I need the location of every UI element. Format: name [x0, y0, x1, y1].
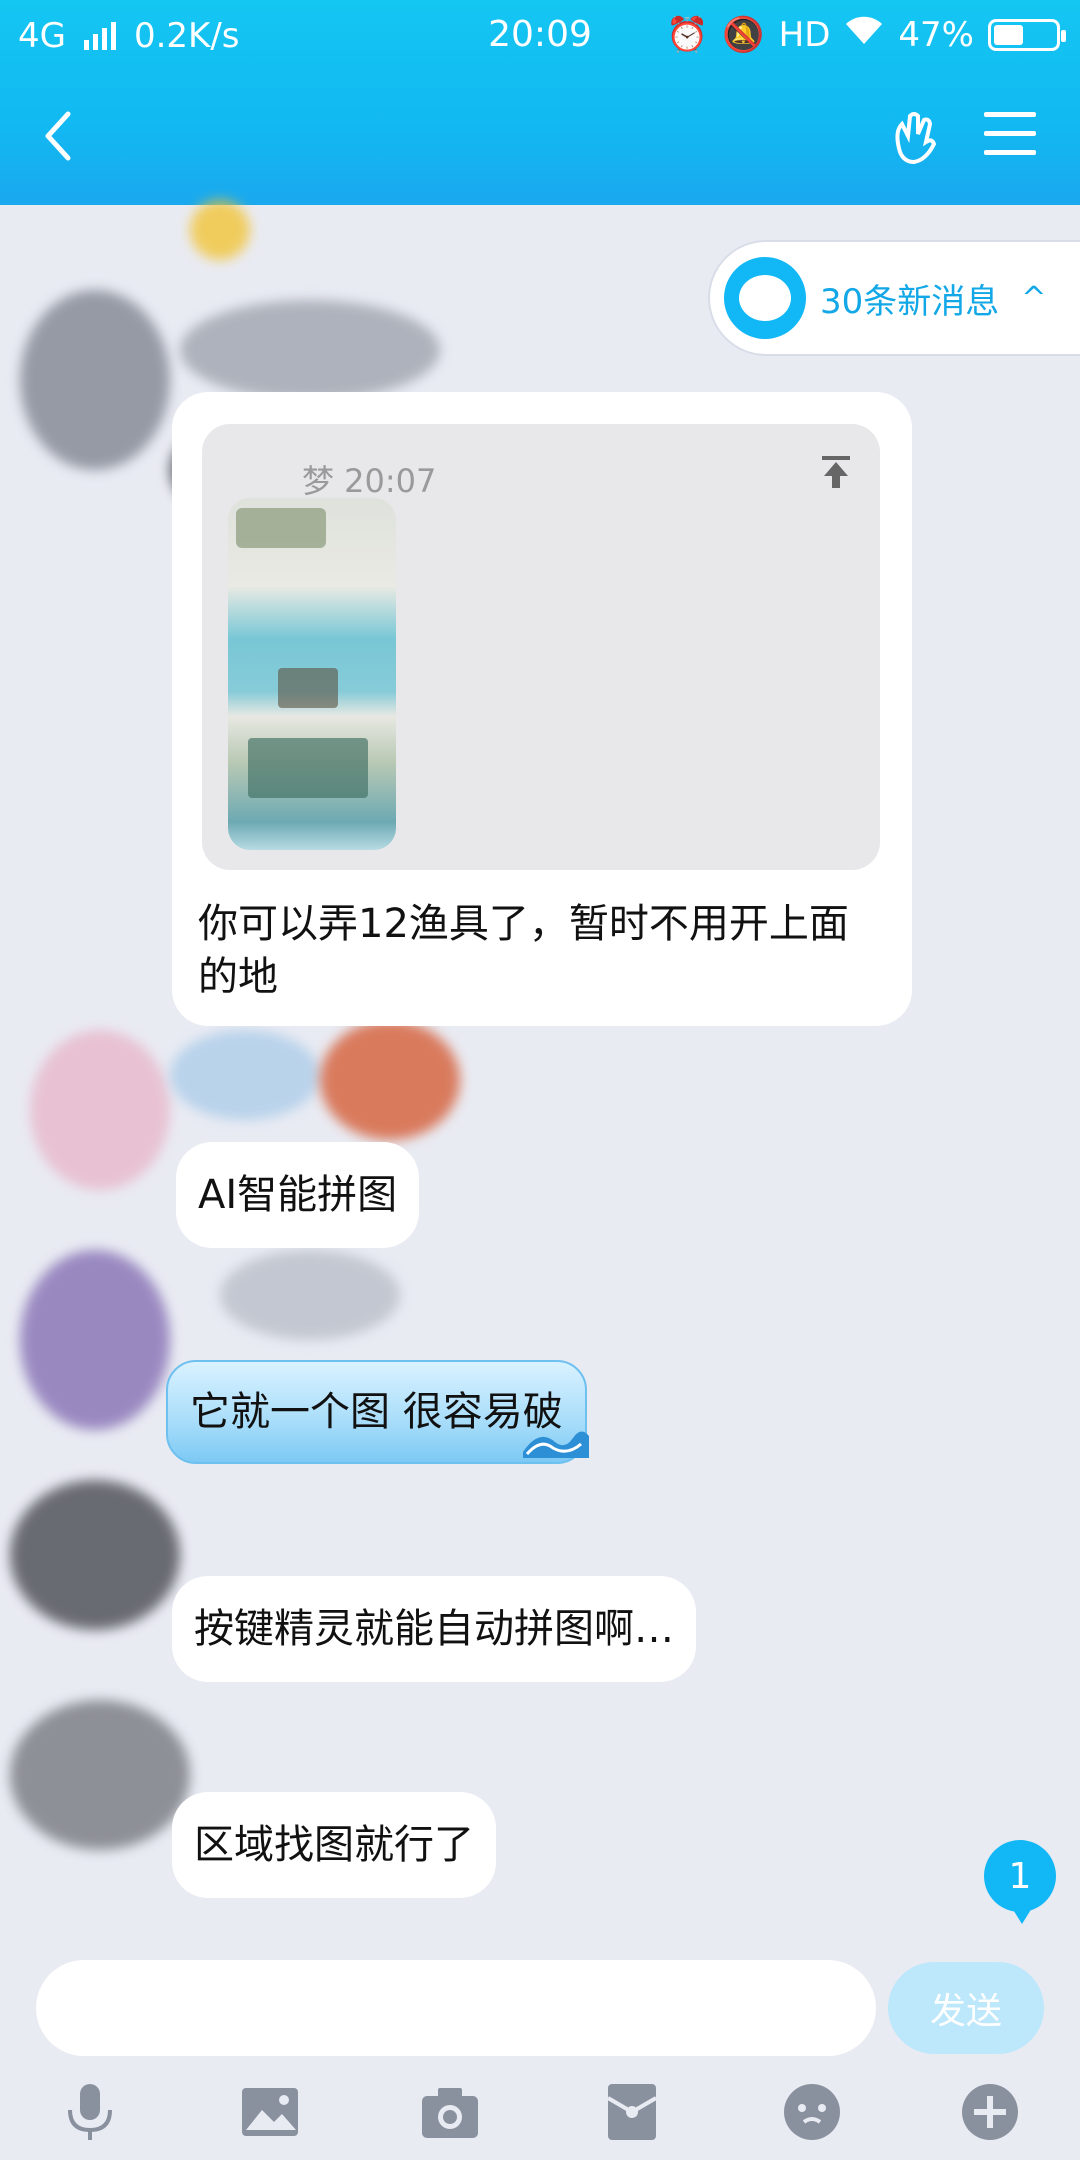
- send-button[interactable]: 发送: [888, 1962, 1044, 2054]
- redacted-name: [320, 1020, 460, 1140]
- message-bubble[interactable]: 区域找图就行了: [172, 1792, 496, 1898]
- menu-icon: [984, 112, 1036, 155]
- emoji-button[interactable]: [780, 2080, 844, 2144]
- image-button[interactable]: [238, 2080, 302, 2144]
- top-bar: 4G 0.2K/s 20:09 ⏰ 🔕 HD 47%: [0, 0, 1080, 205]
- alarm-icon: ⏰: [665, 14, 709, 55]
- battery-icon: [988, 18, 1066, 51]
- plus-icon: [962, 2084, 1018, 2140]
- wave-decoration-icon: [522, 1431, 589, 1458]
- message-bubble[interactable]: 梦 20:07 你可以弄12渔具了，暂时不用开上面的地: [172, 392, 912, 1026]
- redacted-name: [170, 1030, 320, 1120]
- hand-gesture-icon: [895, 112, 937, 165]
- image-thumbnail[interactable]: [228, 498, 396, 850]
- message-text: 按键精灵就能自动拼图啊…: [194, 1605, 674, 1652]
- red-packet-icon: [606, 2084, 658, 2140]
- chat-bubble-icon: [724, 257, 806, 339]
- camera-button[interactable]: [418, 2080, 482, 2144]
- redacted-avatar: [190, 200, 250, 260]
- microphone-icon: [68, 2084, 112, 2140]
- new-messages-pill[interactable]: 30条新消息 ^: [708, 240, 1080, 356]
- message-text: 你可以弄12渔具了，暂时不用开上面的地: [198, 901, 849, 1000]
- mute-icon: 🔕: [722, 14, 765, 55]
- quote-meta: 梦 20:07: [302, 462, 437, 500]
- chat-header: [0, 72, 1080, 205]
- redacted-name: [220, 1250, 400, 1340]
- red-packet-button[interactable]: [600, 2080, 664, 2144]
- redacted-name: [180, 300, 440, 400]
- battery-percent: 47%: [898, 14, 974, 55]
- message-text: AI智能拼图: [198, 1171, 398, 1218]
- voice-button[interactable]: [58, 2080, 122, 2144]
- message-bubble[interactable]: AI智能拼图: [176, 1142, 420, 1248]
- message-text: 它就一个图 很容易破: [190, 1388, 563, 1435]
- camera-icon: [422, 2088, 478, 2138]
- status-bar: 4G 0.2K/s 20:09 ⏰ 🔕 HD 47%: [0, 0, 1080, 72]
- redacted-avatar: [10, 1700, 190, 1850]
- hd-label: HD: [778, 14, 831, 55]
- message-input[interactable]: [36, 1960, 876, 2056]
- wifi-icon: [844, 14, 884, 55]
- redacted-avatar: [30, 1030, 170, 1190]
- redacted-avatar: [20, 290, 170, 470]
- quoted-message[interactable]: 梦 20:07: [202, 424, 880, 870]
- new-messages-label: 30条新消息: [820, 281, 1000, 322]
- chevron-up-icon: ^: [1021, 280, 1047, 316]
- pin-top-icon[interactable]: [816, 452, 856, 492]
- message-text: 区域找图就行了: [194, 1821, 474, 1868]
- redacted-avatar: [10, 1480, 180, 1630]
- emoji-icon: [784, 2084, 840, 2140]
- image-icon: [242, 2088, 298, 2136]
- redacted-avatar: [20, 1250, 170, 1430]
- hand-gesture-button[interactable]: [880, 102, 950, 172]
- message-bubble[interactable]: 按键精灵就能自动拼图啊…: [172, 1576, 696, 1682]
- message-bubble-themed[interactable]: 它就一个图 很容易破: [166, 1360, 589, 1464]
- back-button[interactable]: [30, 106, 90, 166]
- composer: 发送: [0, 1950, 1080, 2060]
- chevron-left-icon: [45, 111, 71, 161]
- input-toolbar: [0, 2070, 1080, 2160]
- menu-button[interactable]: [984, 112, 1036, 160]
- unread-badge[interactable]: 1: [984, 1840, 1056, 1924]
- plus-button[interactable]: [958, 2080, 1022, 2144]
